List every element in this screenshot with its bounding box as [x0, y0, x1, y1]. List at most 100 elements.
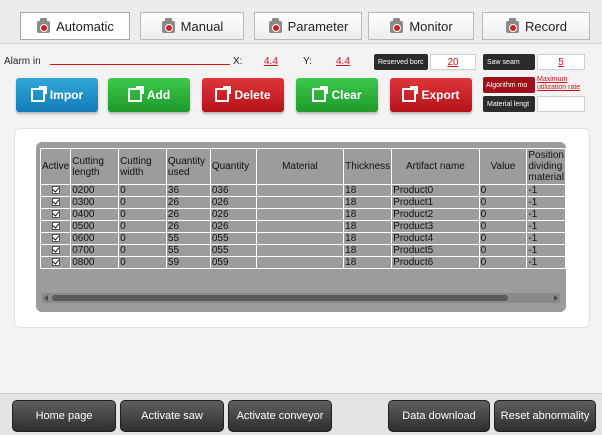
- horizontal-scrollbar[interactable]: [42, 293, 560, 303]
- tab-record[interactable]: Record: [482, 12, 590, 40]
- col-header-thickness[interactable]: Thickness: [343, 148, 393, 185]
- active-cell[interactable]: [39, 208, 72, 221]
- table-row[interactable]: 0800 0 59 059 18 Product6 0 -1: [39, 256, 566, 269]
- active-checkbox[interactable]: [51, 210, 60, 219]
- thickness-cell[interactable]: 18: [343, 208, 393, 221]
- position-cell[interactable]: -1: [526, 256, 566, 269]
- quantity-used-cell[interactable]: 59: [165, 256, 211, 269]
- table-row[interactable]: 0200 0 36 036 18 Product0 0 -1: [39, 184, 566, 197]
- material-cell[interactable]: [255, 208, 345, 221]
- position-cell[interactable]: -1: [526, 232, 566, 245]
- reserved-border-input[interactable]: 20: [430, 54, 476, 70]
- col-header-value[interactable]: Value: [478, 148, 528, 185]
- table-row[interactable]: 0500 0 26 026 18 Product3 0 -1: [39, 220, 566, 233]
- artifact-name-cell[interactable]: Product2: [391, 208, 480, 221]
- active-checkbox[interactable]: [51, 258, 60, 267]
- quantity-cell[interactable]: 036: [209, 184, 257, 197]
- activate-conveyor-button[interactable]: Activate conveyor: [228, 400, 332, 432]
- quantity-cell[interactable]: 055: [209, 244, 257, 257]
- quantity-cell[interactable]: 026: [209, 196, 257, 209]
- scroll-right-icon[interactable]: [554, 295, 558, 301]
- algorithm-mode-value[interactable]: Maximum utilization rate: [537, 76, 589, 92]
- value-cell[interactable]: 0: [478, 196, 528, 209]
- thickness-cell[interactable]: 18: [343, 196, 393, 209]
- col-header-cutting-width[interactable]: Cutting width: [118, 148, 167, 185]
- active-cell[interactable]: [39, 232, 72, 245]
- scroll-left-icon[interactable]: [44, 295, 48, 301]
- artifact-name-cell[interactable]: Product5: [391, 244, 480, 257]
- active-cell[interactable]: [39, 220, 72, 233]
- col-header-artifact-name[interactable]: Artifact name: [391, 148, 480, 185]
- value-cell[interactable]: 0: [478, 184, 528, 197]
- cutting-width-cell[interactable]: 0: [118, 196, 167, 209]
- table-row[interactable]: 0600 0 55 055 18 Product4 0 -1: [39, 232, 566, 245]
- value-cell[interactable]: 0: [478, 256, 528, 269]
- position-cell[interactable]: -1: [526, 244, 566, 257]
- active-cell[interactable]: [39, 244, 72, 257]
- active-checkbox[interactable]: [51, 246, 60, 255]
- reset-abnormality-button[interactable]: Reset abnormality: [494, 400, 596, 432]
- cutting-length-cell[interactable]: 0600: [70, 232, 120, 245]
- col-header-material[interactable]: Material: [255, 148, 345, 185]
- cutting-length-cell[interactable]: 0300: [70, 196, 120, 209]
- quantity-cell[interactable]: 055: [209, 232, 257, 245]
- activate-saw-button[interactable]: Activate saw: [120, 400, 224, 432]
- col-header-active[interactable]: Active: [39, 148, 72, 185]
- import-button[interactable]: Impor: [16, 78, 98, 112]
- home-page-button[interactable]: Home page: [12, 400, 116, 432]
- tab-automatic[interactable]: Automatic: [20, 12, 130, 40]
- value-cell[interactable]: 0: [478, 208, 528, 221]
- value-cell[interactable]: 0: [478, 232, 528, 245]
- material-cell[interactable]: [255, 220, 345, 233]
- saw-seam-input[interactable]: 5: [537, 54, 585, 70]
- active-cell[interactable]: [39, 196, 72, 209]
- active-checkbox[interactable]: [51, 186, 60, 195]
- add-button[interactable]: Add: [108, 78, 190, 112]
- cutting-length-cell[interactable]: 0400: [70, 208, 120, 221]
- quantity-used-cell[interactable]: 36: [165, 184, 211, 197]
- cutting-length-cell[interactable]: 0800: [70, 256, 120, 269]
- artifact-name-cell[interactable]: Product1: [391, 196, 480, 209]
- cutting-length-cell[interactable]: 0500: [70, 220, 120, 233]
- tab-monitor[interactable]: Monitor: [368, 12, 474, 40]
- cutting-width-cell[interactable]: 0: [118, 220, 167, 233]
- tab-manual[interactable]: Manual: [140, 12, 244, 40]
- cutting-width-cell[interactable]: 0: [118, 232, 167, 245]
- quantity-cell[interactable]: 026: [209, 220, 257, 233]
- active-cell[interactable]: [39, 184, 72, 197]
- data-download-button[interactable]: Data download: [388, 400, 490, 432]
- tab-parameter[interactable]: Parameter: [254, 12, 362, 40]
- table-row[interactable]: 0400 0 26 026 18 Product2 0 -1: [39, 208, 566, 221]
- col-header-cutting-length[interactable]: Cutting length: [70, 148, 120, 185]
- table-row[interactable]: 0700 0 55 055 18 Product5 0 -1: [39, 244, 566, 257]
- cutting-width-cell[interactable]: 0: [118, 256, 167, 269]
- artifact-name-cell[interactable]: Product3: [391, 220, 480, 233]
- quantity-used-cell[interactable]: 26: [165, 196, 211, 209]
- active-checkbox[interactable]: [51, 198, 60, 207]
- active-checkbox[interactable]: [51, 222, 60, 231]
- thickness-cell[interactable]: 18: [343, 220, 393, 233]
- value-cell[interactable]: 0: [478, 244, 528, 257]
- material-length-input[interactable]: [537, 96, 585, 112]
- delete-button[interactable]: Delete: [202, 78, 284, 112]
- artifact-name-cell[interactable]: Product4: [391, 232, 480, 245]
- position-cell[interactable]: -1: [526, 184, 566, 197]
- position-cell[interactable]: -1: [526, 208, 566, 221]
- artifact-name-cell[interactable]: Product0: [391, 184, 480, 197]
- export-button[interactable]: Export: [390, 78, 472, 112]
- artifact-name-cell[interactable]: Product6: [391, 256, 480, 269]
- col-header-quantity-used[interactable]: Quantity used: [165, 148, 211, 185]
- material-cell[interactable]: [255, 256, 345, 269]
- thickness-cell[interactable]: 18: [343, 256, 393, 269]
- thickness-cell[interactable]: 18: [343, 232, 393, 245]
- quantity-cell[interactable]: 026: [209, 208, 257, 221]
- active-cell[interactable]: [39, 256, 72, 269]
- material-cell[interactable]: [255, 196, 345, 209]
- col-header-quantity[interactable]: Quantity: [209, 148, 257, 185]
- quantity-used-cell[interactable]: 26: [165, 220, 211, 233]
- quantity-used-cell[interactable]: 55: [165, 244, 211, 257]
- position-cell[interactable]: -1: [526, 220, 566, 233]
- col-header-position[interactable]: Position dividing material: [526, 148, 566, 185]
- scrollbar-thumb[interactable]: [52, 295, 508, 301]
- quantity-used-cell[interactable]: 26: [165, 208, 211, 221]
